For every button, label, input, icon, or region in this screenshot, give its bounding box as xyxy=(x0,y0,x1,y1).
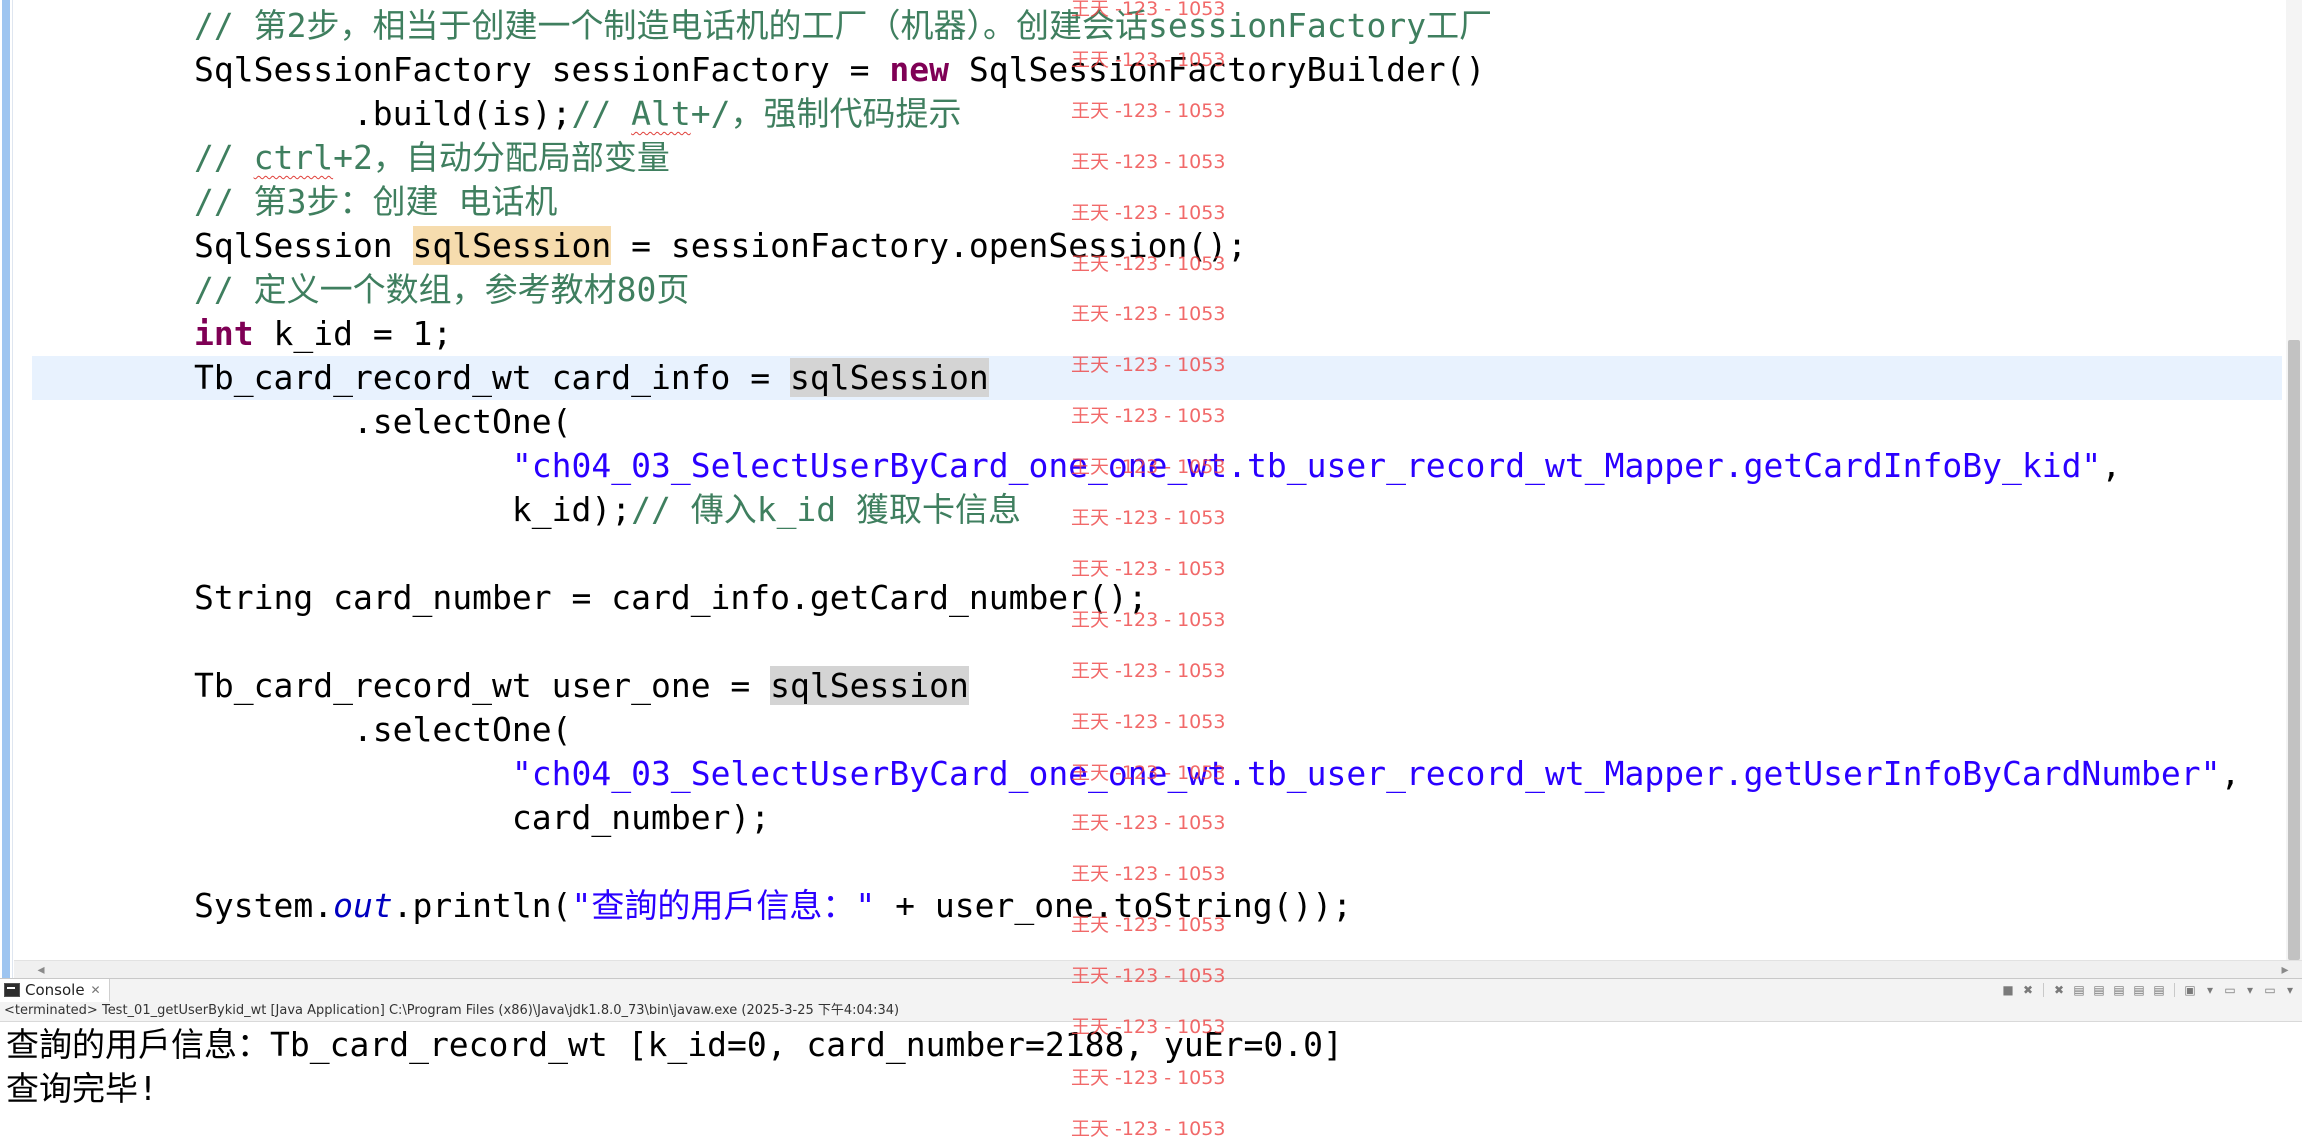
code-token: // 第2步，相当于创建一个制造电话机的工厂（机器）。创建会话sessionFa… xyxy=(194,6,1493,45)
console-toolbar-button-icon[interactable]: ▤ xyxy=(2131,982,2147,998)
code-line-text: "ch04_03_SelectUserByCard_one_one_wt.tb_… xyxy=(194,752,2241,796)
console-output-line: 查詢的用戶信息：Tb_card_record_wt [k_id=0, card_… xyxy=(6,1025,1343,1064)
code-token: SqlSession xyxy=(194,226,413,265)
console-view: Console ✕ <terminated> Test_01_getUserBy… xyxy=(0,978,2302,1146)
code-token: = sessionFactory.openSession(); xyxy=(611,226,1247,265)
console-process-description: <terminated> Test_01_getUserBykid_wt [Ja… xyxy=(4,1003,900,1018)
code-line-text: SqlSession sqlSession = sessionFactory.o… xyxy=(194,224,1247,268)
code-token: // xyxy=(571,94,632,133)
console-output-line: 查询完毕! xyxy=(6,1069,158,1108)
code-token: .selectOne( xyxy=(194,402,572,441)
editor-left-ruler xyxy=(0,0,13,978)
code-token: // 定义一个数组，参考教材80页 xyxy=(194,270,690,309)
tab-console[interactable]: Console ✕ xyxy=(0,979,110,1002)
console-toolbar-button-icon[interactable]: ▤ xyxy=(2151,982,2167,998)
console-toolbar-button-icon[interactable]: ▭ xyxy=(2222,982,2238,998)
code-token: new xyxy=(889,50,949,89)
vertical-scrollbar-thumb[interactable] xyxy=(2288,340,2300,960)
code-token: ctrl xyxy=(253,138,334,177)
console-output[interactable]: 查詢的用戶信息：Tb_card_record_wt [k_id=0, card_… xyxy=(6,1023,2296,1111)
console-toolbar-button-icon[interactable]: ▭ xyxy=(2262,982,2278,998)
code-line-text: "ch04_03_SelectUserByCard_one_one_wt.tb_… xyxy=(194,444,2121,488)
code-token: out xyxy=(333,886,393,925)
code-token: SqlSessionFactoryBuilder() xyxy=(948,50,1486,89)
code-token: // 傳入k_id 獲取卡信息 xyxy=(631,490,1022,529)
console-toolbar-button-icon[interactable]: ■ xyxy=(2000,982,2016,998)
console-toolbar-button-icon[interactable]: ▤ xyxy=(2111,982,2127,998)
code-token: "ch04_03_SelectUserByCard_one_one_wt.tb_… xyxy=(511,446,2102,485)
code-token: k_id); xyxy=(194,490,632,529)
code-line-text: // 第2步，相当于创建一个制造电话机的工厂（机器）。创建会话sessionFa… xyxy=(194,4,1492,48)
code-token: int xyxy=(194,314,254,353)
code-token: System. xyxy=(194,886,334,925)
code-token: .selectOne( xyxy=(194,710,572,749)
console-tab-label: Console xyxy=(25,981,85,999)
close-icon[interactable]: ✕ xyxy=(91,983,101,997)
code-token: sqlSession xyxy=(770,666,969,705)
console-toolbar-button-icon[interactable]: ▤ xyxy=(2071,982,2087,998)
code-line-text: int k_id = 1; xyxy=(194,312,452,356)
code-token: card_number); xyxy=(194,798,771,837)
code-line-text: Tb_card_record_wt card_info = sqlSession xyxy=(194,356,989,400)
ide-window: // 第2步，相当于创建一个制造电话机的工厂（机器）。创建会话sessionFa… xyxy=(0,0,2302,1146)
code-token: , xyxy=(2220,754,2241,793)
code-token: + user_one.toString()); xyxy=(875,886,1353,925)
code-token: Tb_card_record_wt card_info = xyxy=(194,358,791,397)
code-token: SqlSessionFactory sessionFactory = xyxy=(194,50,890,89)
scroll-right-icon[interactable]: ▸ xyxy=(2276,961,2294,978)
code-area[interactable]: // 第2步，相当于创建一个制造电话机的工厂（机器）。创建会话sessionFa… xyxy=(32,0,2282,960)
code-token: Tb_card_record_wt user_one = xyxy=(194,666,771,705)
console-toolbar-button-icon[interactable]: ▾ xyxy=(2202,982,2218,998)
code-token: // 第3步：创建 电话机 xyxy=(194,182,558,221)
toolbar-separator xyxy=(2043,983,2044,997)
code-line-text: .selectOne( xyxy=(194,708,572,752)
code-token: .println( xyxy=(392,886,572,925)
code-token: // xyxy=(194,138,254,177)
horizontal-scrollbar[interactable]: ◂ ▸ xyxy=(14,960,2302,978)
code-token: sqlSession xyxy=(790,358,989,397)
vertical-scrollbar[interactable] xyxy=(2286,0,2302,960)
code-line-text: // 定义一个数组，参考教材80页 xyxy=(194,268,689,312)
console-toolbar-button-icon[interactable]: ✖ xyxy=(2051,982,2067,998)
code-line-text: // ctrl+2，自动分配局部变量 xyxy=(194,136,670,180)
code-line-current[interactable]: Tb_card_record_wt card_info = sqlSession xyxy=(32,356,2282,400)
scroll-left-icon[interactable]: ◂ xyxy=(32,961,50,978)
code-line-text: k_id);// 傳入k_id 獲取卡信息 xyxy=(194,488,1021,532)
console-toolbar-button-icon[interactable]: ▾ xyxy=(2282,982,2298,998)
code-token: "ch04_03_SelectUserByCard_one_one_wt.tb_… xyxy=(511,754,2221,793)
console-toolbar-button-icon[interactable]: ✖ xyxy=(2020,982,2036,998)
code-token: .build(is); xyxy=(194,94,572,133)
code-line-text: String card_number = card_info.getCard_n… xyxy=(194,576,1148,620)
code-token: String card_number = card_info.getCard_n… xyxy=(194,578,1148,617)
console-toolbar-button-icon[interactable]: ▣ xyxy=(2182,982,2198,998)
code-line-text: Tb_card_record_wt user_one = sqlSession xyxy=(194,664,969,708)
code-line-text: // 第3步：创建 电话机 xyxy=(194,180,557,224)
console-toolbar: ■ ✖ ✖ ▤ ▤ ▤ ▤ ▤ ▣ ▾ ▭ ▾ ▭ ▾ xyxy=(2000,981,2298,999)
change-ruler-strip xyxy=(2,0,10,978)
console-toolbar-button-icon[interactable]: ▾ xyxy=(2242,982,2258,998)
code-token: , xyxy=(2101,446,2122,485)
code-token: Alt xyxy=(631,94,691,133)
console-toolbar-button-icon[interactable]: ▤ xyxy=(2091,982,2107,998)
code-line-text: .build(is);// Alt+/，强制代码提示 xyxy=(194,92,962,136)
code-token: k_id = 1; xyxy=(253,314,453,353)
code-token: +2，自动分配局部变量 xyxy=(333,138,670,177)
code-token: "查詢的用戶信息：" xyxy=(571,886,876,925)
console-tab-bar: Console ✕ <terminated> Test_01_getUserBy… xyxy=(0,979,2302,1022)
console-icon xyxy=(4,983,20,997)
code-line-text: System.out.println("查詢的用戶信息：" + user_one… xyxy=(194,884,1352,928)
code-token: +/，强制代码提示 xyxy=(690,94,962,133)
code-line-text: card_number); xyxy=(194,796,770,840)
code-token: sqlSession xyxy=(412,226,612,265)
code-editor[interactable]: // 第2步，相当于创建一个制造电话机的工厂（机器）。创建会话sessionFa… xyxy=(0,0,2302,978)
code-line-text: .selectOne( xyxy=(194,400,572,444)
toolbar-separator xyxy=(2174,983,2175,997)
code-line-text: SqlSessionFactory sessionFactory = new S… xyxy=(194,48,1485,92)
